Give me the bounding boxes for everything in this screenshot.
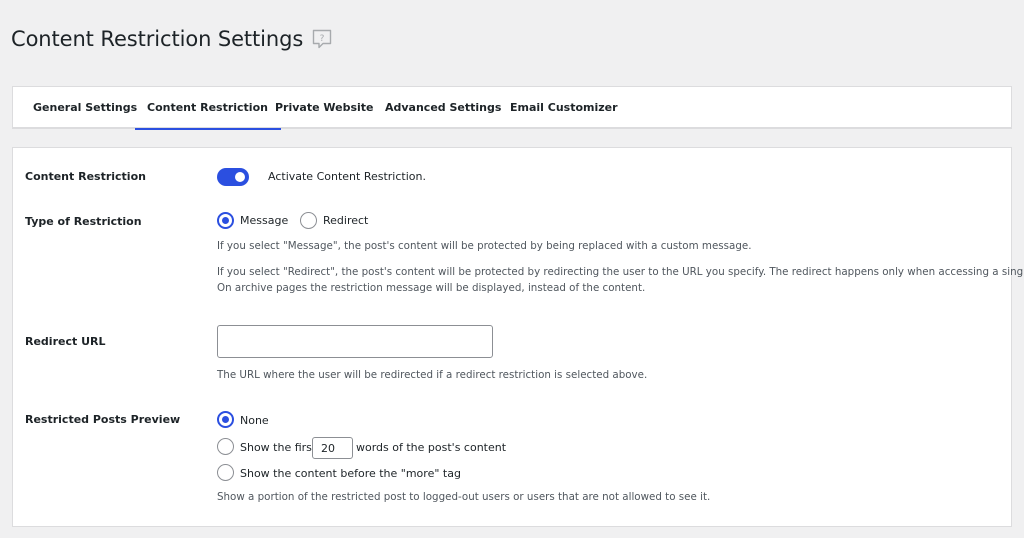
redirect-url-label: Redirect URL	[25, 335, 106, 348]
tab-email-customizer[interactable]: Email Customizer	[510, 87, 618, 129]
page-header: Content Restriction Settings ?	[11, 27, 333, 51]
settings-tabs: General Settings Content Restriction Pri…	[12, 86, 1012, 130]
radio-preview-none-label[interactable]: None	[240, 414, 269, 427]
radio-preview-first-words[interactable]	[217, 438, 234, 455]
tab-general-settings[interactable]: General Settings	[33, 87, 137, 129]
redirect-description-line-2: On archive pages the restriction message…	[217, 282, 646, 294]
restricted-posts-preview-description: Show a portion of the restricted post to…	[217, 491, 711, 503]
content-restriction-label: Content Restriction	[25, 170, 146, 183]
radio-preview-more-tag-label[interactable]: Show the content before the "more" tag	[240, 467, 461, 480]
preview-first-words-label-after: words of the post's content	[356, 441, 507, 454]
redirect-url-input[interactable]	[217, 325, 493, 358]
radio-message[interactable]	[217, 212, 234, 229]
radio-message-label[interactable]: Message	[240, 214, 288, 227]
redirect-url-description: The URL where the user will be redirecte…	[217, 369, 648, 381]
help-icon[interactable]: ?	[311, 28, 333, 50]
radio-preview-more-tag[interactable]	[217, 464, 234, 481]
page-title: Content Restriction Settings	[11, 27, 304, 51]
message-description: If you select "Message", the post's cont…	[217, 240, 752, 252]
settings-panel: Content Restriction Activate Content Res…	[12, 147, 1024, 527]
preview-word-count-input[interactable]	[312, 437, 353, 459]
radio-preview-none[interactable]	[217, 411, 234, 428]
toggle-knob	[235, 172, 245, 182]
preview-first-words-label-before[interactable]: Show the first	[240, 441, 316, 454]
svg-text:?: ?	[320, 34, 325, 44]
type-of-restriction-label: Type of Restriction	[25, 215, 142, 228]
toggle-label: Activate Content Restriction.	[268, 170, 426, 183]
content-restriction-toggle[interactable]	[217, 168, 249, 186]
tab-content-restriction[interactable]: Content Restriction	[135, 87, 281, 130]
redirect-description-line-1: If you select "Redirect", the post's con…	[217, 266, 1024, 278]
radio-redirect-label[interactable]: Redirect	[323, 214, 368, 227]
restricted-posts-preview-label: Restricted Posts Preview	[25, 413, 181, 426]
tab-advanced-settings[interactable]: Advanced Settings	[385, 87, 501, 129]
tab-private-website[interactable]: Private Website	[275, 87, 374, 129]
radio-redirect[interactable]	[300, 212, 317, 229]
